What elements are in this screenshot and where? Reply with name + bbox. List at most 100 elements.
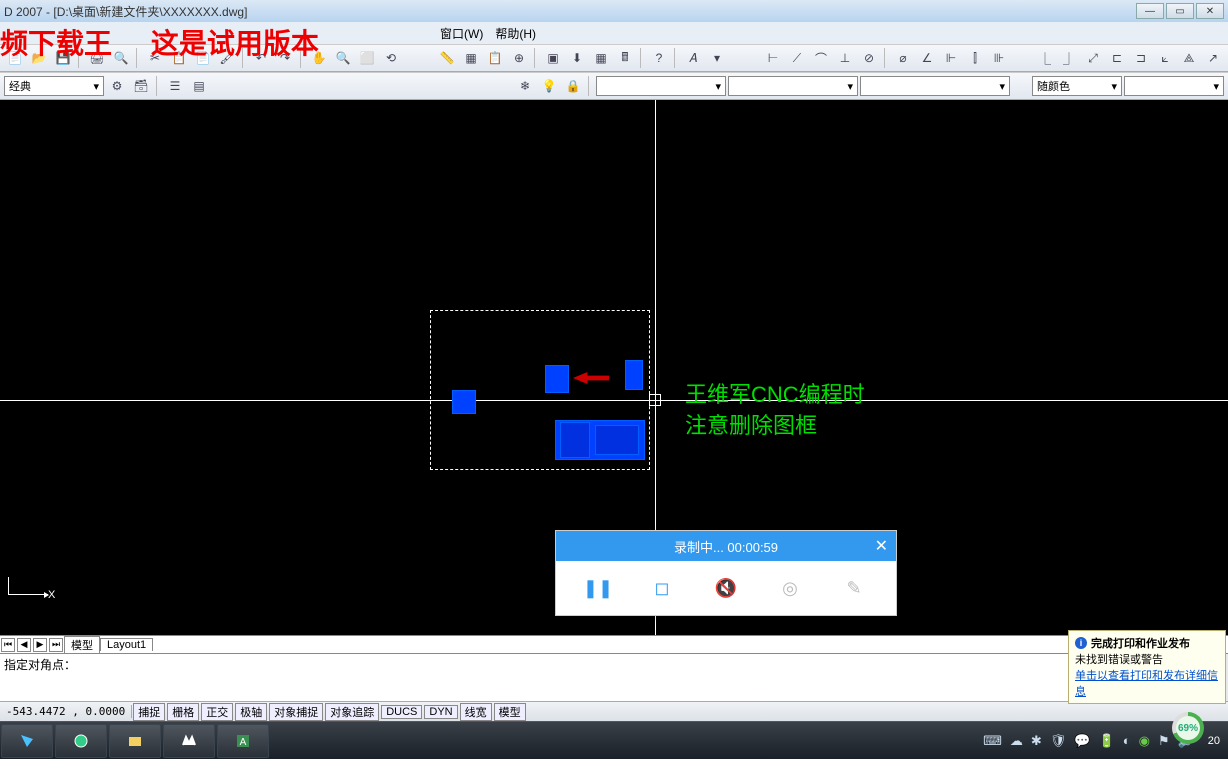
recorder-close-icon[interactable]: ✕ bbox=[875, 536, 888, 556]
dim-rad-icon[interactable]: ⊘ bbox=[858, 47, 880, 69]
cad-object[interactable] bbox=[625, 360, 643, 390]
table-icon[interactable]: ▦ bbox=[590, 47, 612, 69]
dim-ord-icon[interactable]: ⊥ bbox=[834, 47, 856, 69]
cad-object[interactable] bbox=[560, 422, 590, 458]
dim-cont-icon[interactable]: ⊪ bbox=[988, 47, 1010, 69]
menu-help[interactable]: 帮助(H) bbox=[495, 25, 536, 42]
tab-prev-button[interactable]: ◀ bbox=[17, 638, 31, 652]
recorder-camera-button[interactable]: ◎ bbox=[774, 572, 806, 604]
command-prompt[interactable]: 指定对角点： bbox=[0, 654, 1212, 701]
tray-battery-icon[interactable]: 🔋 bbox=[1099, 733, 1115, 749]
layer-manager-icon[interactable]: ☰ bbox=[164, 75, 186, 97]
color-dropdown[interactable]: 随颜色 ▾ bbox=[1032, 76, 1122, 96]
dim-ang-icon[interactable]: ∠ bbox=[916, 47, 938, 69]
grid-toggle[interactable]: 栅格 bbox=[167, 703, 199, 721]
linetype-dropdown[interactable]: ▾ bbox=[728, 76, 858, 96]
workspace-dropdown[interactable]: 经典 ▾ bbox=[4, 76, 104, 96]
ortho-toggle[interactable]: 正交 bbox=[201, 703, 233, 721]
ws-settings-icon[interactable]: ⚙ bbox=[106, 75, 128, 97]
dim-arc-icon[interactable]: ⌒ bbox=[810, 47, 832, 69]
cad-object[interactable] bbox=[595, 425, 639, 455]
mod7-icon[interactable]: ⟁ bbox=[1178, 47, 1200, 69]
snap-toggle[interactable]: 捕捉 bbox=[133, 703, 165, 721]
taskbar-app1[interactable] bbox=[1, 724, 53, 758]
taskbar-browser[interactable] bbox=[55, 724, 107, 758]
tray-shield-icon[interactable]: 🛡 bbox=[1050, 733, 1067, 749]
text-dropdown-icon[interactable]: ▾ bbox=[706, 47, 728, 69]
area-icon[interactable]: ▦ bbox=[460, 47, 482, 69]
dim-quick-icon[interactable]: ⊩ bbox=[940, 47, 962, 69]
mod1-icon[interactable]: ⎿ bbox=[1034, 47, 1056, 69]
recorder-titlebar[interactable]: 录制中... 00:00:59 ✕ bbox=[556, 531, 896, 561]
mod2-icon[interactable]: ⏌ bbox=[1058, 47, 1080, 69]
maximize-button[interactable]: ▭ bbox=[1166, 3, 1194, 19]
dist-icon[interactable]: 📏 bbox=[436, 47, 458, 69]
insert-icon[interactable]: ⬇ bbox=[566, 47, 588, 69]
layer-lock-icon[interactable]: 🔒 bbox=[562, 75, 584, 97]
otrack-toggle[interactable]: 对象追踪 bbox=[325, 703, 379, 721]
recorder-mute-button[interactable]: 🔇 bbox=[710, 572, 742, 604]
tray-star-icon[interactable]: ✱ bbox=[1031, 733, 1042, 749]
zoom-prev-icon[interactable]: ⟲ bbox=[380, 47, 402, 69]
layer-dropdown[interactable]: ▾ bbox=[596, 76, 726, 96]
layer-off-icon[interactable]: 💡 bbox=[538, 75, 560, 97]
tray-cloud-icon[interactable]: ☁ bbox=[1010, 733, 1023, 749]
watermark-overlay: 频下载王 这是试用版本 bbox=[0, 22, 319, 62]
mod6-icon[interactable]: ⟀ bbox=[1154, 47, 1176, 69]
tab-layout1[interactable]: Layout1 bbox=[100, 638, 153, 651]
list-icon[interactable]: 📋 bbox=[484, 47, 506, 69]
screen-recorder-panel[interactable]: 录制中... 00:00:59 ✕ ❚❚ ◻ 🔇 ◎ ✎ bbox=[555, 530, 897, 616]
layer-freeze-icon[interactable]: ❄ bbox=[514, 75, 536, 97]
cad-object[interactable] bbox=[545, 365, 569, 393]
recorder-pause-button[interactable]: ❚❚ bbox=[582, 572, 614, 604]
block-icon[interactable]: ▣ bbox=[542, 47, 564, 69]
minimize-button[interactable]: — bbox=[1136, 3, 1164, 19]
tray-network-icon[interactable]: ◐ bbox=[1123, 733, 1131, 748]
polar-toggle[interactable]: 极轴 bbox=[235, 703, 267, 721]
tray-flag-icon[interactable]: ⚑ bbox=[1158, 733, 1170, 749]
zoom-icon[interactable]: 🔍 bbox=[332, 47, 354, 69]
osnap-toggle[interactable]: 对象捕捉 bbox=[269, 703, 323, 721]
taskbar-explorer[interactable] bbox=[109, 724, 161, 758]
ducs-toggle[interactable]: DUCS bbox=[381, 705, 422, 719]
ucs-x-label: X bbox=[48, 589, 55, 601]
recorder-annotate-button[interactable]: ✎ bbox=[838, 572, 870, 604]
mod3-icon[interactable]: ⤢ bbox=[1082, 47, 1104, 69]
notification-body: 未找到错误或警告 bbox=[1075, 651, 1219, 667]
plotstyle-dropdown[interactable]: ▾ bbox=[1124, 76, 1224, 96]
menu-window[interactable]: 窗口(W) bbox=[440, 25, 483, 42]
zoom-window-icon[interactable]: ⬜ bbox=[356, 47, 378, 69]
id-icon[interactable]: ⊕ bbox=[508, 47, 530, 69]
mod5-icon[interactable]: ⊐ bbox=[1130, 47, 1152, 69]
dim-aligned-icon[interactable]: ⟋ bbox=[786, 47, 808, 69]
mod8-icon[interactable]: ↗ bbox=[1202, 47, 1224, 69]
text-style-icon[interactable]: 𝐴 bbox=[682, 47, 704, 69]
help-icon[interactable]: ? bbox=[648, 47, 670, 69]
tab-model[interactable]: 模型 bbox=[64, 636, 100, 653]
ws-save-icon[interactable]: 🗃 bbox=[130, 75, 152, 97]
tray-keyboard-icon[interactable]: ⌨ bbox=[983, 733, 1002, 749]
dim-dia-icon[interactable]: ⌀ bbox=[892, 47, 914, 69]
lineweight-dropdown[interactable]: ▾ bbox=[860, 76, 1010, 96]
dim-linear-icon[interactable]: ⊢ bbox=[762, 47, 784, 69]
taskbar-clock[interactable]: 20 bbox=[1202, 735, 1220, 747]
dyn-toggle[interactable]: DYN bbox=[424, 705, 457, 719]
close-button[interactable]: ✕ bbox=[1196, 3, 1224, 19]
tab-next-button[interactable]: ▶ bbox=[33, 638, 47, 652]
recorder-stop-button[interactable]: ◻ bbox=[646, 572, 678, 604]
tab-first-button[interactable]: ⏮ bbox=[1, 638, 15, 652]
tray-wechat-icon[interactable]: 💬 bbox=[1074, 733, 1090, 749]
taskbar-autocad[interactable]: A bbox=[217, 724, 269, 758]
layer-states-icon[interactable]: ▤ bbox=[188, 75, 210, 97]
coordinates-display[interactable]: -543.4472 , 0.0000 bbox=[0, 705, 132, 718]
taskbar-wps[interactable] bbox=[163, 724, 215, 758]
calc-icon[interactable]: 🖩 bbox=[614, 47, 636, 69]
dim-base-icon[interactable]: ⫿ bbox=[964, 47, 986, 69]
model-toggle[interactable]: 模型 bbox=[494, 703, 526, 721]
tab-last-button[interactable]: ⏭ bbox=[49, 638, 63, 652]
lwt-toggle[interactable]: 线宽 bbox=[460, 703, 492, 721]
notification-link[interactable]: 单击以查看打印和发布详细信息 bbox=[1075, 670, 1218, 698]
tray-360-icon[interactable]: ◉ bbox=[1139, 733, 1150, 749]
mod4-icon[interactable]: ⊏ bbox=[1106, 47, 1128, 69]
cad-object[interactable] bbox=[452, 390, 476, 414]
